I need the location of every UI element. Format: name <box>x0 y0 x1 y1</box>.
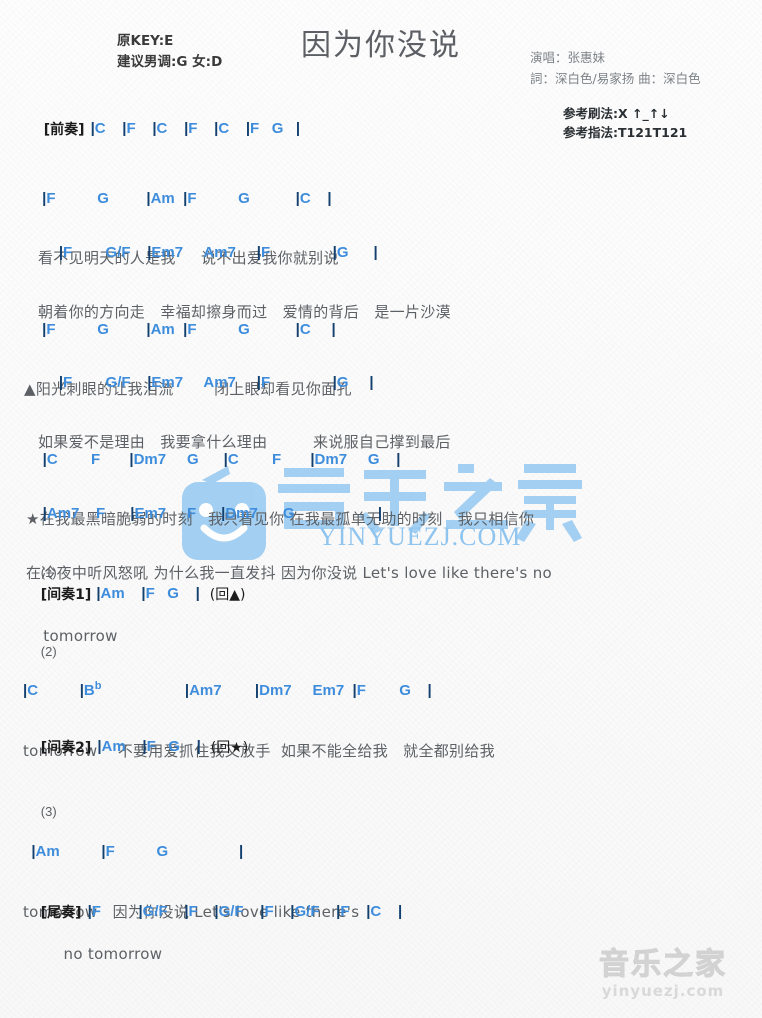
chorus-line2-chords: |Am7 F |Em7 F |Dm7 G | <box>42 505 383 522</box>
interlude1-label: [间奏1] <box>40 587 92 603</box>
suggested-key: 建议男调:G 女:D <box>117 54 223 70</box>
verse1-line2-chords: |F G/F |Em7 Am7 |F |G | <box>58 244 378 261</box>
section-coda: [尾奏] |F |G/F |F |G/F |F |G/F |F |C | no t… <box>23 884 402 1001</box>
chorus-line1-chords: |C F |Dm7 G |C F |Dm7 G | <box>42 451 401 468</box>
bottom-watermark: 音乐之家 yinyuezj.com <box>578 947 748 1010</box>
credits: 演唱：张惠妹 詞：深白色/易家扬 曲：深白色 <box>530 47 701 89</box>
interlude2-repeat: (回★) <box>210 740 249 756</box>
section-interlude2: [间奏2] |Am |F G | (回★) <box>23 719 249 775</box>
original-key: 原KEY:E <box>117 33 174 49</box>
verse2-line2-chords: |F G/F |Em7 Am7 |F |G | <box>58 374 374 391</box>
coda-label: [尾奏] <box>40 905 82 921</box>
writers: 詞：深白色/易家扬 曲：深白色 <box>530 71 701 86</box>
prelude-label: [前奏] <box>43 122 85 138</box>
play-info: 参考刷法:X ↑_↑↓ 参考指法:T121T121 <box>563 104 687 142</box>
strumming-pattern: 参考刷法:X ↑_↑↓ <box>563 106 670 121</box>
bridge-chords: |C |Bb |Am7 |Dm7 Em7 |F G | <box>23 680 432 700</box>
verse1-line1-chords: |F G |Am |F G |C | <box>42 190 332 207</box>
interlude1-chords: |Am |F G | <box>96 585 200 602</box>
section-prelude: [前奏] |C |F |C |F |C |F G | <box>26 101 300 157</box>
key-info: 原KEY:E 建议男调:G 女:D <box>117 31 222 73</box>
coda-chords: |F |G/F |F |G/F |F |G/F |F |C | <box>87 903 403 920</box>
prelude-chords: |C |F |C |F |C |F G | <box>90 120 301 137</box>
interlude2-label: [间奏2] <box>40 740 92 756</box>
coda-lyrics: no tomorrow <box>23 945 163 963</box>
outro-verse-chords: |Am |F G | <box>31 843 244 860</box>
bottom-watermark-en: yinyuezj.com <box>601 982 725 1000</box>
singer: 演唱：张惠妹 <box>530 50 606 65</box>
interlude1-repeat: (回▲) <box>209 587 246 603</box>
fingering-pattern: 参考指法:T121T121 <box>563 125 688 140</box>
bottom-watermark-cn: 音乐之家 <box>599 947 727 982</box>
interlude2-chords: |Am |F G | <box>97 738 201 755</box>
